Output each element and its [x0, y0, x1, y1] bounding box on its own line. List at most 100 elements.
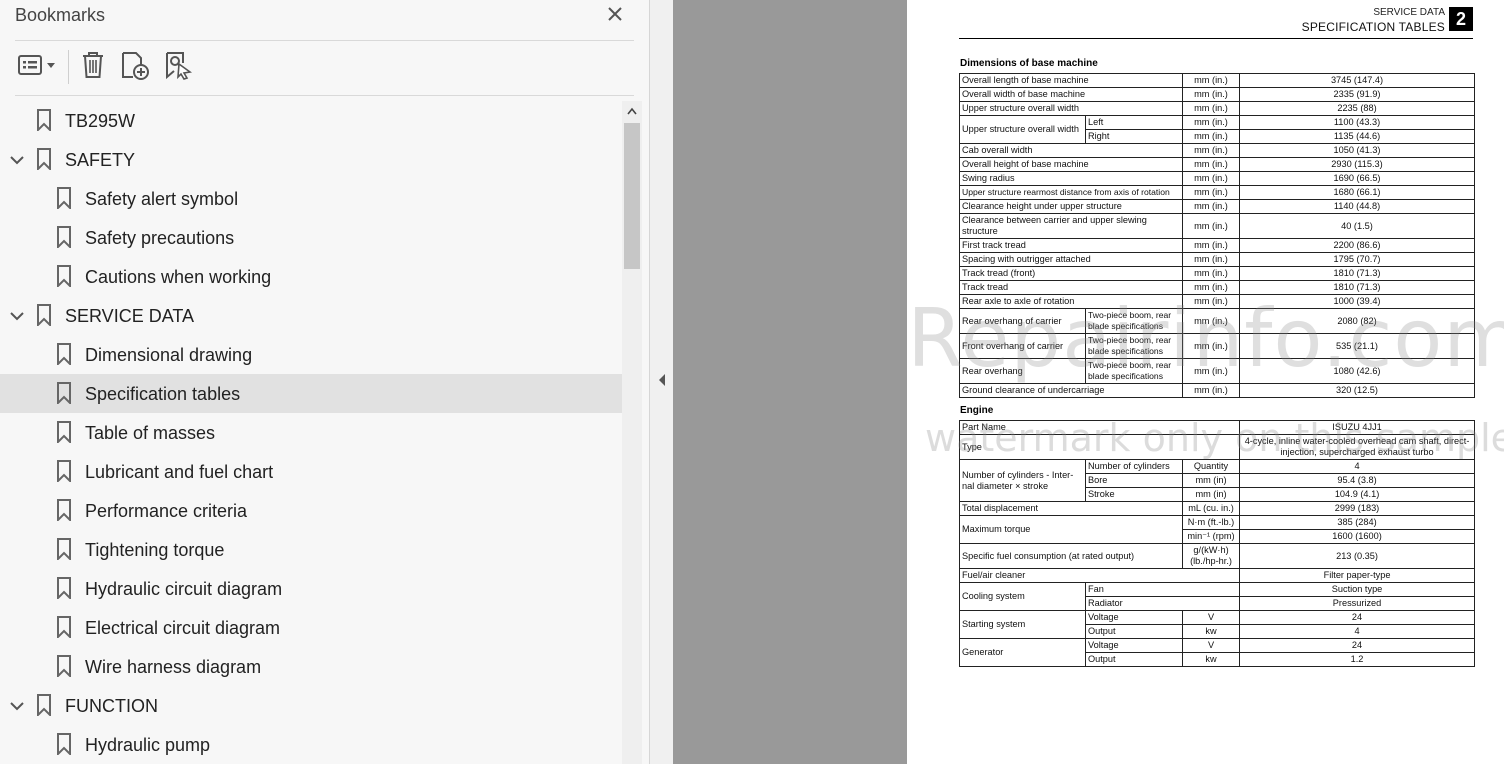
bookmarks-panel: Bookmarks TB295W SAFETY Safety alert sym…: [0, 0, 650, 764]
bookmark-icon: [36, 109, 52, 133]
bookmark-label: FUNCTION: [65, 696, 158, 716]
table-row: Swing radius mm (in.) 1690 (66.5): [959, 171, 1475, 186]
table-row: Maximum torque N·m (ft.-lb.) 385 (284): [959, 515, 1476, 544]
bookmark-icon: [56, 421, 72, 445]
table-row: Clearance height under upper structure mm…: [959, 199, 1475, 214]
bookmark-icon: [56, 226, 72, 250]
table-row: Cooling system Fan Suction type: [959, 582, 1476, 611]
table-row: Front overhang of carrier Two-piece boom,…: [959, 333, 1475, 359]
options-button[interactable]: [14, 50, 60, 84]
bookmark-item-lubricant-and-fuel-chart[interactable]: Lubricant and fuel chart: [0, 452, 622, 491]
bookmark-label: Wire harness diagram: [85, 657, 262, 677]
table-row: Cab overall width mm (in.) 1050 (41.3): [959, 143, 1475, 158]
close-icon[interactable]: [604, 3, 626, 25]
scrollbar-thumb[interactable]: [624, 123, 640, 269]
bookmark-item-table-of-masses[interactable]: Table of masses: [0, 413, 622, 452]
bookmark-label: SERVICE DATA: [65, 306, 195, 326]
table-row: Clearance between carrier and upper slew…: [959, 213, 1475, 239]
bookmark-label: Lubricant and fuel chart: [85, 462, 274, 482]
chevron-down-icon[interactable]: [9, 152, 25, 168]
bookmark-item-electrical-circuit-diagram[interactable]: Electrical circuit diagram: [0, 608, 622, 647]
bookmark-icon: [56, 577, 72, 601]
bookmark-icon: [56, 460, 72, 484]
table-row: Rear axle to axle of rotation mm (in.) 100…: [959, 294, 1475, 309]
document-page[interactable]: SERVICE DATA SPECIFICATION TABLES 2 Dime…: [907, 0, 1504, 764]
bookmark-item-tb295w[interactable]: TB295W: [0, 101, 622, 140]
bookmark-label: TB295W: [65, 111, 136, 131]
find-bookmark-icon: [163, 50, 193, 85]
bookmark-label: Table of masses: [85, 423, 216, 443]
table-row: Spacing with outrigger attached mm (in.) 1…: [959, 252, 1475, 267]
bookmark-item-hydraulic-pump[interactable]: Hydraulic pump: [0, 725, 622, 764]
bookmark-item-specification-tables[interactable]: Specification tables: [0, 374, 622, 413]
table-row: Track tread mm (in.) 1810 (71.3): [959, 280, 1475, 295]
bookmarks-scrollbar[interactable]: [622, 101, 642, 764]
panel-title: Bookmarks: [15, 5, 106, 25]
table-row: Overall length of base machine mm (in.) 37…: [959, 73, 1475, 88]
table-row: Total displacement mL (cu. in.) 2999 (183): [959, 501, 1476, 516]
bookmark-icon: [56, 187, 72, 211]
bookmark-label: Specification tables: [85, 384, 241, 404]
table-row: Upper structure rearmost distance from a…: [959, 185, 1475, 200]
bookmark-label: Tightening torque: [85, 540, 225, 560]
bookmark-label: Hydraulic pump: [85, 735, 211, 755]
table-row: First track tread mm (in.) 2200 (86.6): [959, 238, 1475, 253]
chapter-number-badge: 2: [1449, 7, 1473, 31]
table-row: Overall width of base machine mm (in.) 233…: [959, 87, 1475, 102]
table-row: Part Name ISUZU 4JJ1: [958, 420, 1476, 435]
bookmark-label: Safety precautions: [85, 228, 235, 248]
bookmark-icon: [56, 265, 72, 289]
new-bookmark-button[interactable]: [118, 50, 152, 84]
delete-bookmark-button[interactable]: [78, 50, 108, 84]
viewer-background: [673, 0, 907, 764]
bookmark-icon: [36, 694, 52, 718]
chevron-left-icon: [657, 373, 667, 392]
header-rule: [959, 38, 1473, 39]
list-options-icon: [16, 52, 58, 83]
bookmark-item-safety-precautions[interactable]: Safety precautions: [0, 218, 622, 257]
find-current-bookmark-button[interactable]: [162, 50, 194, 84]
bookmark-item-cautions-when-working[interactable]: Cautions when working: [0, 257, 622, 296]
bookmark-icon: [56, 616, 72, 640]
engine-table: Part Name ISUZU 4JJ1 Type 4-cycle, inline …: [958, 420, 1476, 667]
bookmark-item-dimensional-drawing[interactable]: Dimensional drawing: [0, 335, 622, 374]
bookmark-label: Cautions when working: [85, 267, 272, 287]
bookmark-icon: [56, 343, 72, 367]
table-row: Type 4-cycle, inline water-cooled overhea…: [958, 434, 1476, 460]
new-bookmark-icon: [119, 50, 151, 85]
table-row: Starting system Voltage V 24: [959, 610, 1476, 639]
bookmark-icon: [56, 382, 72, 406]
bookmark-item-function[interactable]: FUNCTION: [0, 686, 622, 725]
bookmark-icon: [56, 538, 72, 562]
table-row: Overall height of base machine mm (in.) 29…: [959, 157, 1475, 172]
bookmark-icon: [56, 733, 72, 757]
dimensions-table: Overall length of base machine mm (in.) 37…: [959, 73, 1475, 398]
chevron-down-icon[interactable]: [9, 308, 25, 324]
engine-title: Engine: [960, 405, 994, 416]
panel-divider: [15, 40, 634, 41]
toolbar-divider: [15, 95, 634, 96]
header-title: SPECIFICATION TABLES: [1301, 20, 1445, 34]
bookmark-icon: [56, 655, 72, 679]
bookmark-tree: TB295W SAFETY Safety alert symbol Safety pr…: [0, 101, 622, 764]
bookmark-label: Hydraulic circuit diagram: [85, 579, 283, 599]
bookmark-item-safety[interactable]: SAFETY: [0, 140, 622, 179]
bookmark-label: Performance criteria: [85, 501, 248, 521]
table-row: Generator Voltage V 24: [959, 638, 1476, 667]
bookmark-item-performance-criteria[interactable]: Performance criteria: [0, 491, 622, 530]
header-section: SERVICE DATA: [1373, 7, 1445, 18]
bookmark-item-hydraulic-circuit-diagram[interactable]: Hydraulic circuit diagram: [0, 569, 622, 608]
table-row: Upper structure overall width mm (in.) 223…: [959, 101, 1475, 116]
table-row: Ground clearance of undercarriage mm (in.…: [959, 383, 1475, 398]
bookmark-label: Safety alert symbol: [85, 189, 239, 209]
toolbar-separator: [68, 50, 69, 84]
chevron-down-icon[interactable]: [9, 698, 25, 714]
bookmark-item-wire-harness-diagram[interactable]: Wire harness diagram: [0, 647, 622, 686]
bookmark-item-service-data[interactable]: SERVICE DATA: [0, 296, 622, 335]
scroll-up-arrow-icon[interactable]: [622, 101, 642, 121]
table-row: Track tread (front) mm (in.) 1810 (71.3): [959, 266, 1475, 281]
dimensions-title: Dimensions of base machine: [960, 58, 1098, 69]
bookmark-item-safety-alert-symbol[interactable]: Safety alert symbol: [0, 179, 622, 218]
collapse-panel-handle[interactable]: [650, 0, 673, 764]
bookmark-item-tightening-torque[interactable]: Tightening torque: [0, 530, 622, 569]
